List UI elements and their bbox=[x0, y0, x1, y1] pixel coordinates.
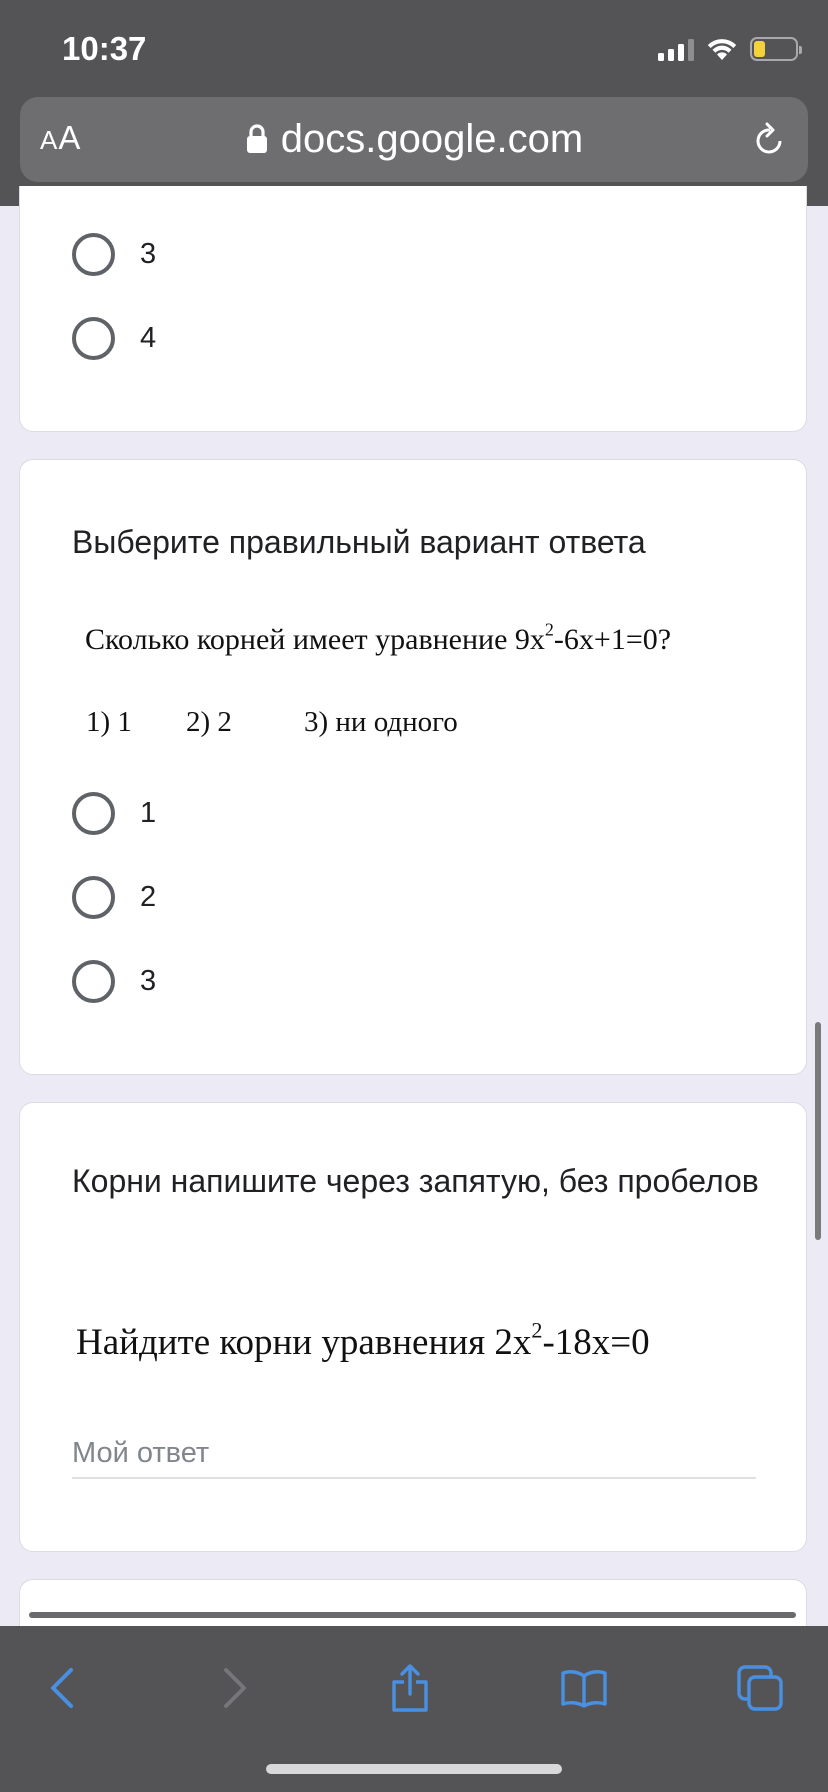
url-display[interactable]: docs.google.com bbox=[20, 114, 808, 164]
question-title: Выберите правильный вариант ответа bbox=[72, 524, 646, 560]
equation-text-start: Найдите корни уравнения 2x bbox=[76, 1322, 532, 1363]
url-text: docs.google.com bbox=[280, 116, 584, 161]
tabs-button[interactable] bbox=[730, 1658, 790, 1718]
radio-button[interactable] bbox=[72, 791, 115, 835]
radio-option[interactable]: 2 bbox=[72, 875, 156, 919]
radio-option[interactable]: 1 bbox=[72, 791, 156, 835]
question-image-equation: Найдите корни уравнения 2x2-18x=0 bbox=[76, 1319, 650, 1364]
radio-button[interactable] bbox=[72, 959, 115, 1003]
option-label: 3 bbox=[140, 237, 157, 270]
radio-button[interactable] bbox=[72, 875, 115, 919]
share-button[interactable] bbox=[380, 1658, 440, 1718]
question-image-choice-2: 2) 2 bbox=[186, 706, 232, 738]
tabs-icon bbox=[736, 1664, 784, 1712]
answer-input[interactable] bbox=[72, 1429, 756, 1479]
forward-icon bbox=[220, 1666, 250, 1710]
lock-icon bbox=[245, 123, 269, 155]
question-image-choice-3: 3) ни одного bbox=[304, 706, 458, 738]
bookmarks-icon bbox=[561, 1668, 607, 1708]
page-scrollbar[interactable] bbox=[815, 1022, 821, 1240]
bookmarks-button[interactable] bbox=[554, 1658, 614, 1718]
status-time: 10:37 bbox=[62, 30, 147, 67]
forward-button[interactable] bbox=[205, 1658, 265, 1718]
radio-option[interactable]: 3 bbox=[72, 959, 156, 1003]
radio-button[interactable] bbox=[72, 232, 115, 276]
radio-button[interactable] bbox=[72, 316, 115, 360]
option-label: 2 bbox=[140, 880, 157, 913]
question-image-equation: Сколько корней имеет уравнение 9x2-6x+1=… bbox=[85, 619, 672, 657]
address-bar[interactable]: AA docs.google.com bbox=[20, 97, 808, 182]
equation-text-end: -18x=0 bbox=[542, 1322, 650, 1363]
equation-exponent: 2 bbox=[531, 1317, 543, 1343]
equation-exponent: 2 bbox=[544, 619, 554, 640]
option-label: 3 bbox=[140, 964, 157, 997]
question-image-choice-1: 1) 1 bbox=[86, 706, 132, 738]
question-card-previous: 3 4 bbox=[19, 186, 807, 432]
status-icons bbox=[658, 34, 802, 64]
equation-text-end: -6x+1=0? bbox=[553, 623, 672, 656]
page-load-progress bbox=[29, 1612, 796, 1618]
share-icon bbox=[390, 1664, 430, 1712]
battery-icon bbox=[750, 37, 802, 61]
radio-option[interactable]: 4 bbox=[72, 316, 156, 360]
browser-top-bar: 10:37 AA docs.google.com bbox=[0, 0, 828, 206]
question-title: Корни напишите через запятую, без пробел… bbox=[72, 1163, 759, 1199]
option-label: 4 bbox=[140, 321, 157, 354]
home-indicator[interactable] bbox=[266, 1764, 562, 1774]
back-button[interactable] bbox=[32, 1658, 92, 1718]
option-label: 1 bbox=[140, 796, 157, 829]
radio-option[interactable]: 3 bbox=[72, 232, 156, 276]
equation-text-start: Сколько корней имеет уравнение 9x bbox=[85, 623, 545, 656]
reload-icon[interactable] bbox=[752, 119, 788, 159]
battery-level bbox=[754, 41, 765, 57]
question-card-find-roots: Корни напишите через запятую, без пробел… bbox=[19, 1102, 807, 1552]
wifi-icon bbox=[706, 37, 738, 61]
back-icon bbox=[47, 1666, 77, 1710]
question-card-roots-count: Выберите правильный вариант ответа Сколь… bbox=[19, 459, 807, 1075]
signal-icon bbox=[658, 37, 694, 61]
